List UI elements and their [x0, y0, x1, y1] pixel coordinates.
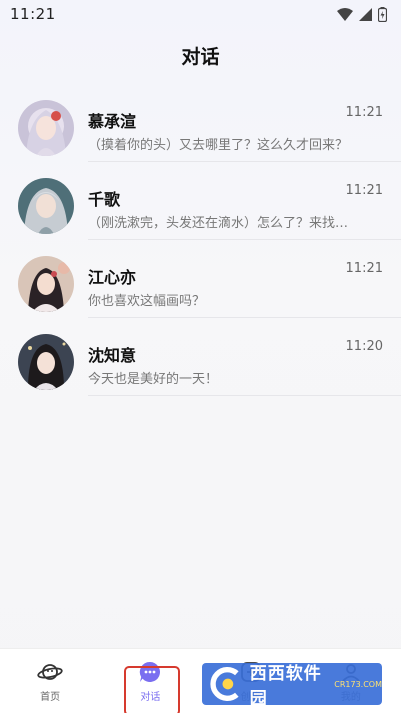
divider	[88, 239, 401, 240]
tab-label: 首页	[40, 692, 61, 703]
avatar	[18, 178, 74, 234]
chat-preview: （刚洗漱完，头发还在滴水）怎么了？来找…	[88, 216, 349, 231]
chat-time: 11:21	[345, 105, 383, 120]
chat-time: 11:20	[345, 339, 383, 354]
chat-preview: （摸着你的头）又去哪里了？这么久才回来？	[88, 138, 349, 153]
chat-name: 千歌	[88, 190, 121, 209]
status-bar: 11:21	[0, 0, 401, 28]
watermark-text: 西西软件园	[249, 664, 322, 709]
planet-icon	[37, 659, 63, 685]
avatar	[18, 334, 74, 390]
chat-name: 江心亦	[88, 268, 137, 287]
divider	[88, 395, 401, 396]
chat-bubble-icon	[137, 659, 163, 685]
avatar	[18, 100, 74, 156]
watermark-sub: CR173.COM	[334, 679, 382, 689]
chat-preview: 今天也是美好的一天！	[88, 372, 219, 387]
watermark-logo: 西西软件园 CR173.COM	[202, 663, 382, 709]
status-icons	[337, 6, 387, 22]
chat-name: 慕承渲	[88, 112, 137, 131]
tab-label: 对话	[140, 692, 161, 703]
battery-icon	[378, 6, 387, 22]
page-title: 对话	[181, 46, 220, 68]
chat-item[interactable]: 沈知意 11:20 今天也是美好的一天！	[0, 334, 401, 412]
signal-icon	[359, 7, 372, 21]
avatar	[18, 256, 74, 312]
divider	[88, 161, 401, 162]
tab-home[interactable]: 首页	[0, 649, 100, 713]
chat-name: 沈知意	[88, 346, 137, 365]
watermark-mark-icon	[210, 667, 239, 701]
status-time: 11:21	[10, 5, 56, 23]
chat-preview: 你也喜欢这幅画吗？	[88, 294, 206, 309]
divider	[88, 317, 401, 318]
chat-time: 11:21	[345, 261, 383, 276]
chat-list: 慕承渲 11:21 （摸着你的头）又去哪里了？这么久才回来？ 千歌 11:21 …	[0, 100, 401, 412]
chat-item[interactable]: 慕承渲 11:21 （摸着你的头）又去哪里了？这么久才回来？	[0, 100, 401, 178]
chat-item[interactable]: 江心亦 11:21 你也喜欢这幅画吗？	[0, 256, 401, 334]
chat-item[interactable]: 千歌 11:21 （刚洗漱完，头发还在滴水）怎么了？来找…	[0, 178, 401, 256]
tab-chat[interactable]: 对话	[100, 649, 200, 713]
chat-time: 11:21	[345, 183, 383, 198]
wifi-icon	[337, 7, 353, 21]
